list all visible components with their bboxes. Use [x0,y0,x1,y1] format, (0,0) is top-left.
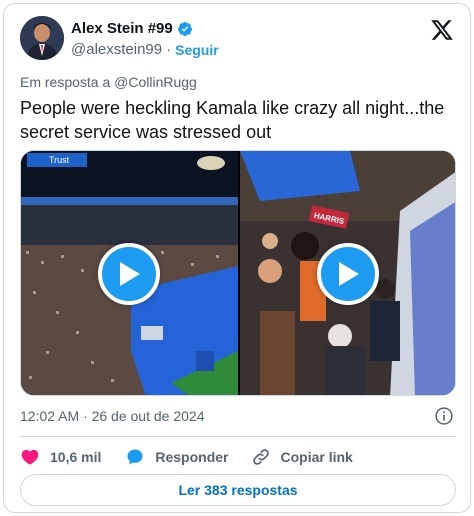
play-button[interactable] [317,243,379,305]
author-handle[interactable]: @alexstein99 [71,41,162,58]
follow-button[interactable]: Seguir [175,42,219,58]
tweet-text: People were heckling Kamala like crazy a… [20,98,445,142]
x-logo-icon[interactable] [430,18,454,42]
author-name[interactable]: Alex Stein #99 [71,20,173,37]
tweet-timestamp[interactable]: 12:02 AM · 26 de out de 2024 [20,408,204,424]
avatar[interactable] [20,16,64,60]
media-grid: Trust HARRIS [20,150,456,396]
play-button[interactable] [98,243,160,305]
video-2[interactable]: HARRIS [240,151,455,395]
heart-icon [21,449,39,465]
reply-label: Responder [155,449,229,465]
video-1[interactable]: Trust [21,151,238,395]
info-icon[interactable] [434,406,454,426]
verified-badge-icon [177,21,192,36]
author-meta-row: @alexstein99 · Seguir [71,41,219,58]
reply-to-label[interactable]: Em resposta a @CollinRugg [20,74,197,90]
copy-link-button[interactable]: Copiar link [251,447,353,467]
video-1-overlay-text: Trust [49,155,70,165]
divider [20,436,456,437]
play-icon [120,262,140,286]
like-count: 10,6 mil [50,449,102,465]
meta-separator: · [166,41,172,58]
copy-link-label: Copiar link [280,449,353,465]
reply-button[interactable]: Responder [125,447,229,467]
like-button[interactable]: 10,6 mil [20,447,101,467]
author-name-row[interactable]: Alex Stein #99 [71,20,193,37]
read-replies-button[interactable]: Ler 383 respostas [20,474,456,506]
reply-icon [127,449,143,465]
link-icon [252,449,269,465]
action-bar: 10,6 mil Responder Copiar link [20,446,353,468]
play-icon [339,262,359,286]
tweet-card: Alex Stein #99 @alexstein99 · Seguir Em … [3,3,471,513]
